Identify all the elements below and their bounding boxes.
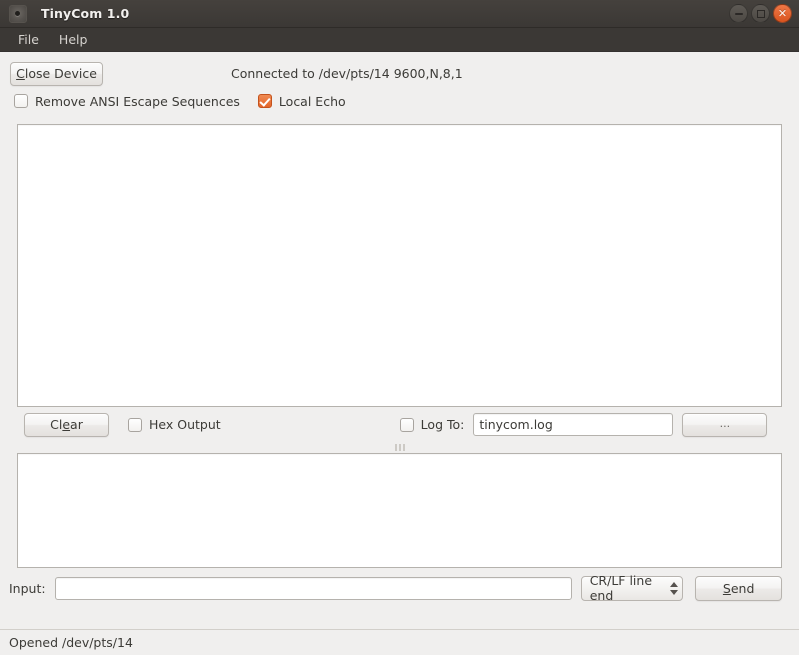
line-end-selected-label: CR/LF line end <box>589 573 653 603</box>
close-device-button[interactable]: Close Device <box>10 61 103 86</box>
close-device-label: lose Device <box>24 65 97 81</box>
hex-output-label: Hex Output <box>149 417 221 432</box>
send-mnemonic: S <box>722 580 731 596</box>
hex-output-checkbox-box <box>128 417 142 432</box>
log-to-checkbox[interactable]: Log To: <box>399 417 465 432</box>
minimize-button[interactable] <box>729 4 748 23</box>
close-icon: ✕ <box>777 6 788 20</box>
close-device-mnemonic: C <box>16 65 25 81</box>
receive-text-area[interactable] <box>17 453 782 568</box>
status-bar: Opened /dev/pts/14 <box>0 629 799 655</box>
title-bar: TinyCom 1.0 ✕ <box>0 0 799 28</box>
window-title: TinyCom 1.0 <box>41 6 130 21</box>
client-area: Close Device Connected to /dev/pts/14 96… <box>0 52 799 629</box>
maximize-icon <box>756 9 765 18</box>
log-to-checkbox-box <box>399 417 414 432</box>
minimize-icon <box>734 12 743 15</box>
remove-ansi-checkbox-box <box>14 94 28 108</box>
close-button[interactable]: ✕ <box>773 4 792 23</box>
clear-label-pre: Cl <box>50 416 63 432</box>
menu-item-file[interactable]: File <box>8 29 49 50</box>
input-field[interactable] <box>54 576 572 600</box>
local-echo-checkbox-box <box>257 94 272 108</box>
send-label: end <box>730 580 755 596</box>
clear-label-post: ar <box>70 416 83 432</box>
connection-status-label: Connected to /dev/pts/14 9600,N,8,1 <box>231 66 463 81</box>
maximize-button[interactable] <box>751 4 770 23</box>
remove-ansi-label: Remove ANSI Escape Sequences <box>35 93 240 109</box>
app-window: TinyCom 1.0 ✕ File Help Close Device Con… <box>0 0 799 655</box>
browse-log-file-button[interactable]: ... <box>682 412 768 437</box>
menu-item-help[interactable]: Help <box>49 29 98 50</box>
log-file-input[interactable] <box>473 413 674 436</box>
menu-bar: File Help <box>0 28 799 52</box>
splitter-grip-icon <box>394 444 405 451</box>
splitter-handle[interactable] <box>17 442 782 453</box>
remove-ansi-checkbox[interactable]: Remove ANSI Escape Sequences <box>14 94 240 109</box>
send-button[interactable]: Send <box>695 575 782 601</box>
clear-button[interactable]: Clear <box>24 412 109 437</box>
line-end-select[interactable]: CR/LF line end <box>580 573 684 603</box>
input-label: Input: <box>9 580 46 596</box>
status-bar-text: Opened /dev/pts/14 <box>9 635 133 650</box>
options-row: Remove ANSI Escape Sequences Local Echo <box>14 90 782 112</box>
local-echo-checkbox[interactable]: Local Echo <box>257 93 346 109</box>
app-icon <box>9 4 27 23</box>
output-controls-row: Clear Hex Output Log To: ... <box>17 407 782 442</box>
hex-output-checkbox[interactable]: Hex Output <box>128 417 221 432</box>
chevron-up-down-icon <box>670 581 679 595</box>
input-row: Input: CR/LF line end Send <box>9 568 782 608</box>
connection-row: Close Device Connected to /dev/pts/14 96… <box>10 57 782 90</box>
window-controls: ✕ <box>729 0 792 27</box>
clear-mnemonic: e <box>62 416 71 432</box>
log-to-label: Log To: <box>420 417 465 432</box>
local-echo-label: Local Echo <box>278 93 346 109</box>
output-text-area[interactable] <box>17 124 782 407</box>
